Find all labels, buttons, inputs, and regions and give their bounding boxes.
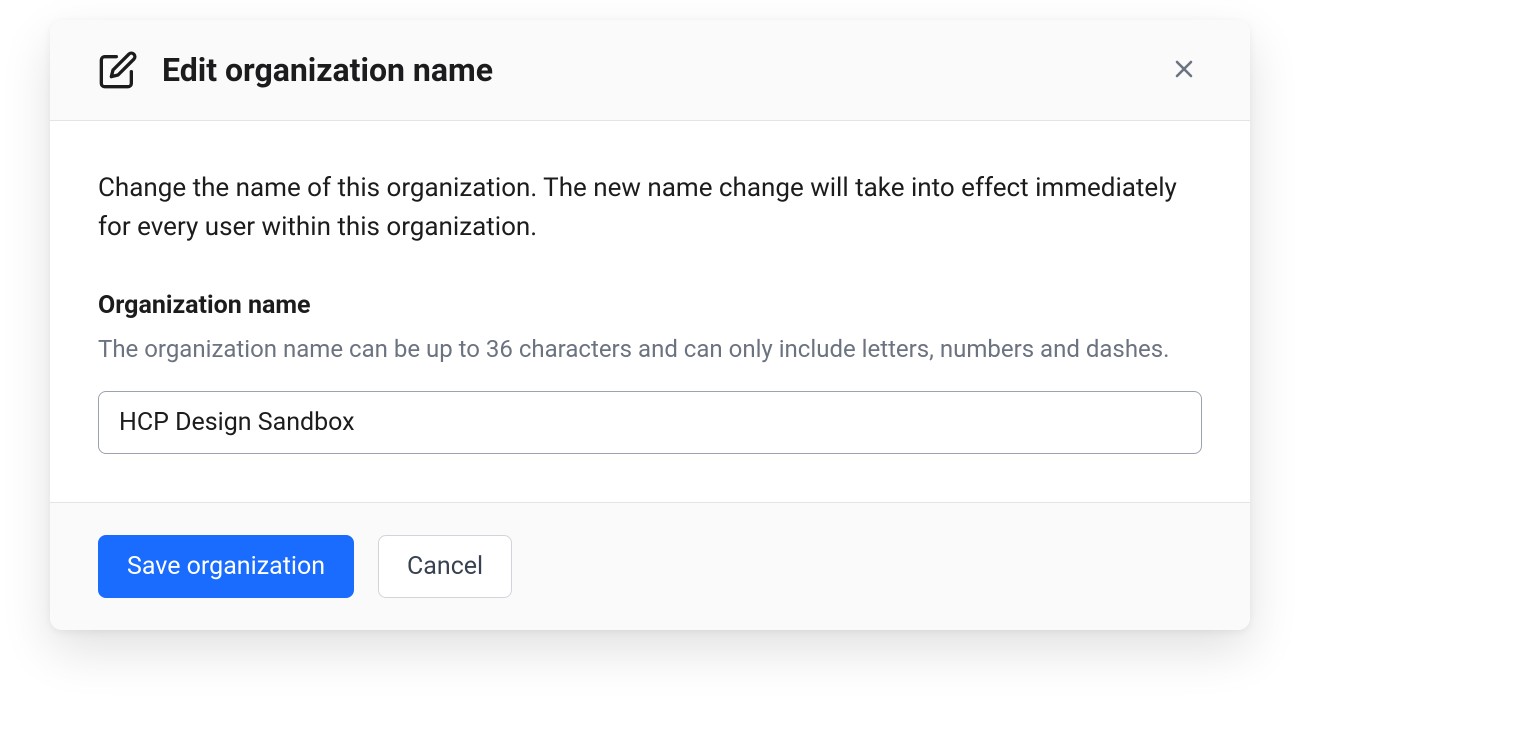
modal-description: Change the name of this organization. Th…: [98, 169, 1202, 247]
close-icon: [1170, 55, 1198, 86]
header-left: Edit organization name: [98, 50, 493, 90]
field-help: The organization name can be up to 36 ch…: [98, 332, 1202, 367]
field-label: Organization name: [98, 291, 1202, 320]
close-button[interactable]: [1166, 51, 1202, 90]
modal-title: Edit organization name: [162, 51, 493, 89]
modal-body: Change the name of this organization. Th…: [50, 121, 1250, 502]
edit-organization-modal: Edit organization name Change the name o…: [50, 20, 1250, 630]
organization-name-input[interactable]: [98, 391, 1202, 454]
modal-header: Edit organization name: [50, 20, 1250, 121]
cancel-button[interactable]: Cancel: [378, 535, 512, 598]
modal-footer: Save organization Cancel: [50, 502, 1250, 630]
save-organization-button[interactable]: Save organization: [98, 535, 354, 598]
edit-icon: [98, 50, 138, 90]
organization-name-field: Organization name The organization name …: [98, 291, 1202, 454]
